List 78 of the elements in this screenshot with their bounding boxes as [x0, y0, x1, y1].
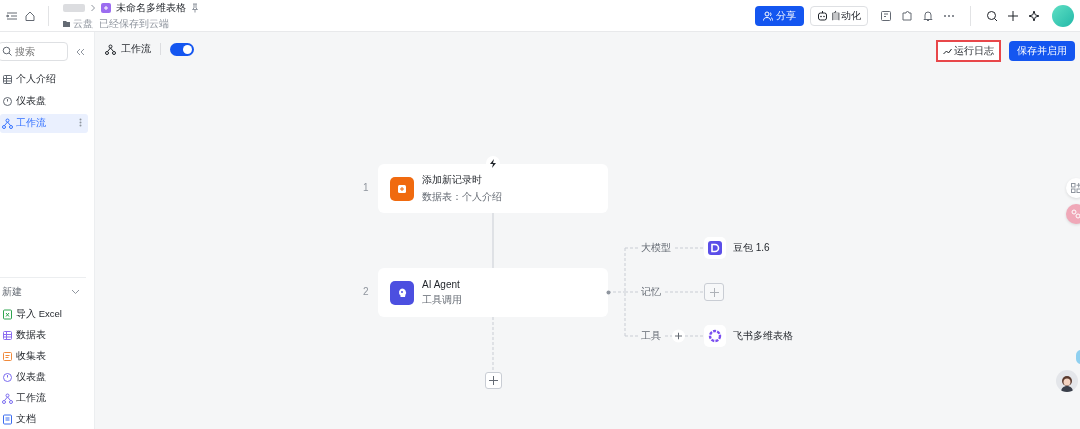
agent-head-icon [396, 286, 408, 299]
section-label: 新建 [2, 285, 22, 299]
more-icon[interactable] [79, 118, 82, 127]
users-icon [763, 10, 773, 21]
pin-icon[interactable] [191, 2, 199, 13]
add-icon[interactable] [1007, 9, 1019, 22]
node-title: AI Agent [422, 278, 461, 290]
workflow-node[interactable]: 添加新记录时 数据表：个人介绍 [378, 164, 608, 213]
collapse-icon[interactable] [76, 47, 85, 56]
enable-toggle[interactable] [170, 42, 194, 56]
create-item[interactable]: 数据表 [0, 326, 88, 345]
step-number: 2 [363, 286, 369, 297]
home-icon[interactable] [24, 9, 36, 22]
add-memory-button[interactable] [704, 283, 724, 301]
robot-icon [817, 10, 828, 21]
table-icon [2, 330, 13, 341]
tool-label: 豆包 1.6 [733, 241, 770, 255]
document-title[interactable]: 未命名多维表格 [116, 0, 186, 15]
form-icon [2, 351, 13, 362]
chevron-down-icon[interactable] [71, 289, 80, 295]
chevron-right-icon [90, 3, 96, 12]
trend-icon [943, 47, 952, 55]
node-subtitle: 工具调用 [422, 292, 462, 307]
add-step-button[interactable] [485, 372, 502, 389]
sidebar-toggle-icon[interactable] [6, 9, 18, 22]
flower-logo-icon [708, 329, 722, 343]
tool-label: 飞书多维表格 [733, 329, 793, 343]
gauge-icon [2, 372, 13, 383]
apps-button[interactable] [1066, 178, 1080, 198]
sparkle-icon[interactable] [1028, 9, 1040, 22]
person-icon [1059, 374, 1075, 392]
workflow-icon [105, 43, 116, 55]
plus-icon [489, 376, 498, 385]
workflow-icon [2, 393, 13, 404]
search-field[interactable]: 搜索 [0, 42, 68, 61]
create-item[interactable]: 收集表 [0, 347, 88, 366]
workflow-title: 工作流 [121, 42, 151, 56]
add-tool-button[interactable] [672, 329, 685, 343]
create-item[interactable]: 导入 Excel [0, 305, 88, 324]
sidebar-item[interactable]: 工作流 [0, 114, 88, 133]
run-log-button[interactable]: 运行日志 [936, 40, 1001, 62]
save-status: 已经保存到云端 [99, 16, 169, 31]
branch-label: 记忆 [639, 285, 663, 299]
template-icon[interactable] [880, 9, 892, 22]
bell-icon[interactable] [922, 9, 934, 22]
document-icon [2, 414, 13, 425]
branch-label: 大模型 [639, 241, 673, 255]
model-logo-icon [708, 241, 722, 255]
sidebar-item[interactable]: 仪表盘 [0, 92, 88, 111]
base-icon [101, 2, 111, 13]
avatar[interactable] [1052, 4, 1074, 27]
node-title: 添加新记录时 [422, 173, 483, 187]
plus-icon [675, 332, 682, 340]
translate-button[interactable] [1066, 204, 1080, 224]
plus-icon [709, 287, 719, 297]
sidebar-item[interactable]: 个人介绍 [0, 70, 88, 89]
automation-button[interactable]: 自动化 [810, 5, 868, 26]
share-button[interactable]: 分享 [755, 5, 804, 26]
save-enable-button[interactable]: 保存并启用 [1009, 41, 1075, 61]
assistant-button[interactable] [1056, 370, 1078, 392]
create-item[interactable]: 文档 [0, 410, 88, 429]
table-icon [2, 74, 13, 85]
spreadsheet-icon [2, 309, 13, 320]
gauge-icon [2, 96, 13, 107]
lightning-icon [489, 158, 497, 168]
workflow-icon [2, 118, 13, 129]
folder-icon [63, 20, 70, 27]
record-icon [396, 182, 408, 195]
grid-icon [1071, 183, 1080, 193]
create-item[interactable]: 仪表盘 [0, 368, 88, 387]
workflow-node[interactable]: AI Agent 工具调用 [378, 268, 608, 317]
port-dot-icon [606, 290, 611, 295]
search-icon[interactable] [986, 9, 998, 22]
branch-label: 工具 [639, 329, 663, 343]
step-number: 1 [363, 182, 369, 193]
create-item[interactable]: 工作流 [0, 389, 88, 408]
blurred-breadcrumb [63, 3, 85, 12]
node-subtitle: 数据表：个人介绍 [422, 190, 502, 204]
